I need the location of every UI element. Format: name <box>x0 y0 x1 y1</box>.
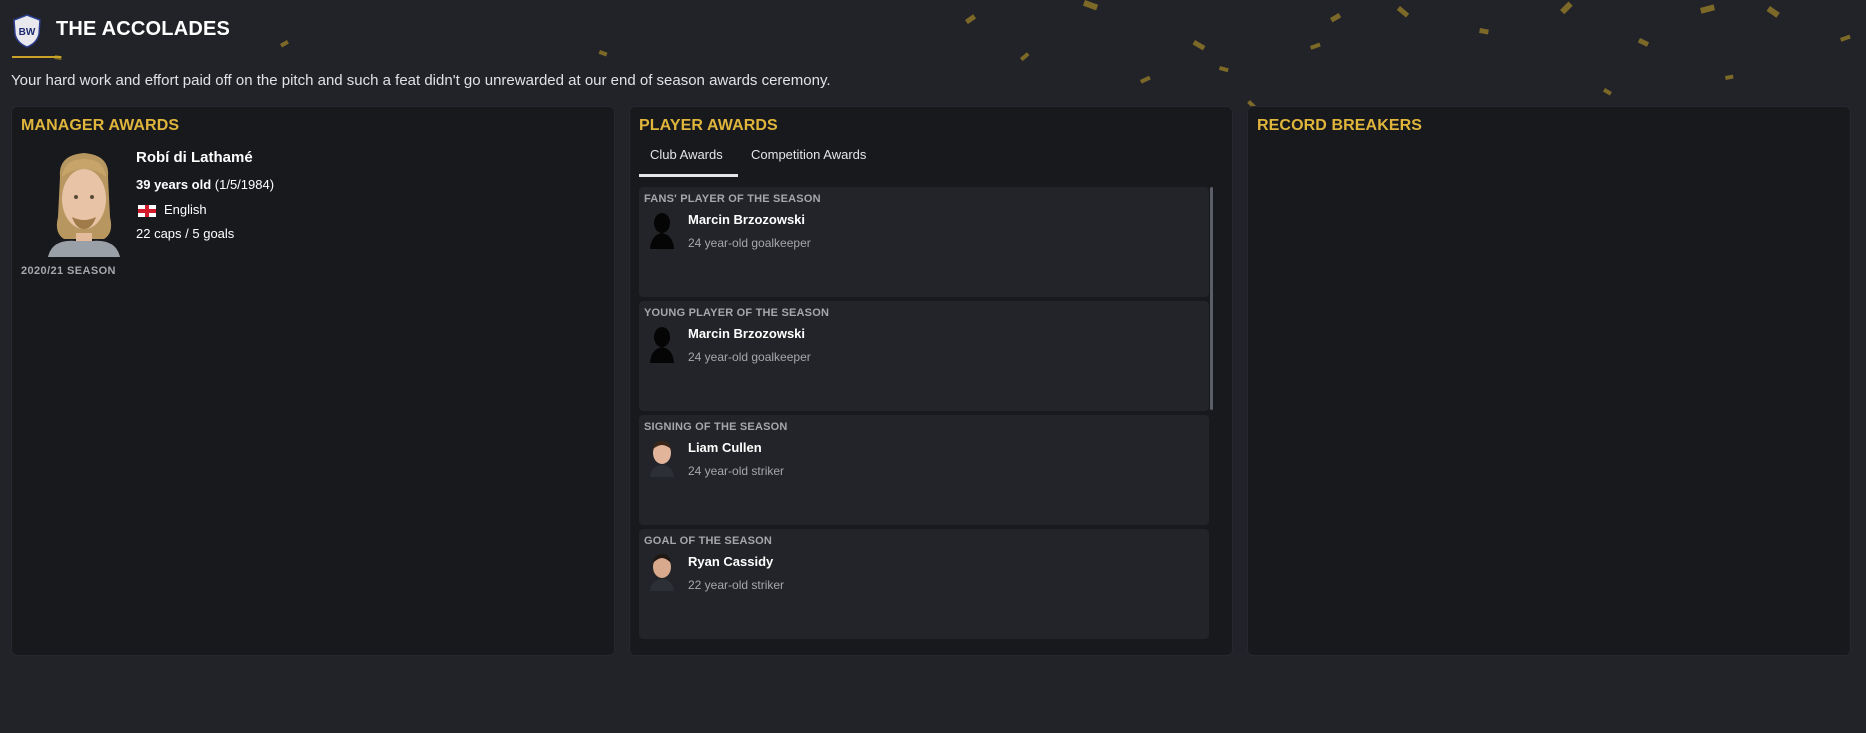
player-description: 22 year-old striker <box>688 578 785 592</box>
manager-age: 39 years old (1/5/1984) <box>136 177 274 192</box>
title-underline <box>12 56 61 58</box>
manager-dob: (1/5/1984) <box>214 177 275 192</box>
award-card[interactable]: FANS' PLAYER OF THE SEASON Marcin Brzozo… <box>639 187 1209 297</box>
player-name[interactable]: Liam Cullen <box>688 440 762 455</box>
award-category: YOUNG PLAYER OF THE SEASON <box>644 307 830 319</box>
player-awards-panel: PLAYER AWARDS Club Awards Competition Aw… <box>629 106 1233 656</box>
player-face-photo[interactable] <box>648 553 676 591</box>
player-description: 24 year-old goalkeeper <box>688 236 811 250</box>
award-card[interactable]: SIGNING OF THE SEASON Liam Cullen 24 yea… <box>639 415 1209 525</box>
award-category: SIGNING OF THE SEASON <box>644 421 788 433</box>
active-tab-indicator <box>639 174 738 177</box>
england-flag-icon <box>138 205 156 217</box>
manager-awards-title: MANAGER AWARDS <box>21 117 180 134</box>
tab-competition-awards[interactable]: Competition Awards <box>751 147 866 162</box>
club-crest-icon: BW <box>13 14 41 48</box>
player-description: 24 year-old goalkeeper <box>688 350 811 364</box>
page-header: BW THE ACCOLADES Your hard work and effo… <box>0 0 1866 100</box>
svg-text:BW: BW <box>19 27 36 38</box>
player-face-photo[interactable] <box>648 439 676 477</box>
award-card[interactable]: GOAL OF THE SEASON Ryan Cassidy 22 year-… <box>639 529 1209 639</box>
award-list: FANS' PLAYER OF THE SEASON Marcin Brzozo… <box>639 187 1209 645</box>
record-breakers-title: RECORD BREAKERS <box>1257 117 1423 134</box>
player-description: 24 year-old striker <box>688 464 785 478</box>
player-silhouette-icon[interactable] <box>648 211 676 249</box>
award-category: GOAL OF THE SEASON <box>644 535 773 547</box>
award-category: FANS' PLAYER OF THE SEASON <box>644 193 821 205</box>
page-title: THE ACCOLADES <box>56 18 231 40</box>
manager-nationality[interactable]: English <box>164 202 207 217</box>
player-name[interactable]: Ryan Cassidy <box>688 554 773 569</box>
player-awards-title: PLAYER AWARDS <box>639 117 778 134</box>
player-silhouette-icon[interactable] <box>648 325 676 363</box>
record-breakers-panel: RECORD BREAKERS <box>1247 106 1851 656</box>
player-name[interactable]: Marcin Brzozowski <box>688 326 805 341</box>
page-subtitle: Your hard work and effort paid off on th… <box>11 72 831 89</box>
manager-name[interactable]: Robí di Lathamé <box>136 149 253 166</box>
award-list-scrollbar[interactable] <box>1210 187 1213 410</box>
season-label: 2020/21 SEASON <box>21 265 116 277</box>
player-name[interactable]: Marcin Brzozowski <box>688 212 805 227</box>
award-card[interactable]: YOUNG PLAYER OF THE SEASON Marcin Brzozo… <box>639 301 1209 411</box>
manager-awards-panel: MANAGER AWARDS Robí di Lathamé 39 years … <box>11 106 615 656</box>
manager-caps-goals: 22 caps / 5 goals <box>136 226 235 241</box>
manager-photo[interactable] <box>42 147 126 257</box>
tab-club-awards[interactable]: Club Awards <box>650 147 723 162</box>
manager-age-label: 39 years old <box>136 177 212 192</box>
